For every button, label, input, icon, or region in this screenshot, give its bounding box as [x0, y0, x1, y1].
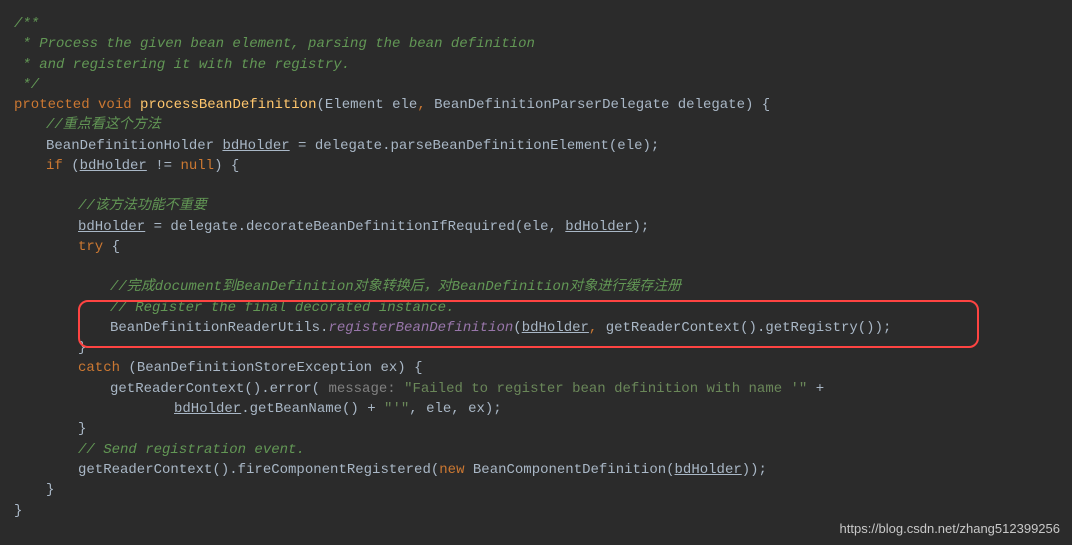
code-line: BeanDefinitionHolder bdHolder = delegate…: [14, 136, 1072, 156]
comment-line: * Process the given bean element, parsin…: [14, 34, 1072, 54]
blank-line: [14, 176, 1072, 196]
watermark: https://blog.csdn.net/zhang512399256: [840, 520, 1060, 539]
code-line: //完成document到BeanDefinition对象转换后，对BeanDe…: [14, 277, 1072, 297]
code-line: //该方法功能不重要: [14, 196, 1072, 216]
code-line: getReaderContext().error( message: "Fail…: [14, 379, 1072, 399]
code-block: /** * Process the given bean element, pa…: [14, 14, 1072, 521]
code-line: try {: [14, 237, 1072, 257]
comment-line: */: [14, 75, 1072, 95]
comment-line: /**: [14, 14, 1072, 34]
code-line: //重点看这个方法: [14, 115, 1072, 135]
blank-line: [14, 257, 1072, 277]
code-line: bdHolder = delegate.decorateBeanDefiniti…: [14, 217, 1072, 237]
code-line: if (bdHolder != null) {: [14, 156, 1072, 176]
comment-line: * and registering it with the registry.: [14, 55, 1072, 75]
code-line: getReaderContext().fireComponentRegister…: [14, 460, 1072, 480]
code-line: }: [14, 419, 1072, 439]
code-line: // Send registration event.: [14, 440, 1072, 460]
code-line: }: [14, 338, 1072, 358]
code-line: catch (BeanDefinitionStoreException ex) …: [14, 358, 1072, 378]
method-signature: protected void processBeanDefinition(Ele…: [14, 95, 1072, 115]
highlighted-code-line: BeanDefinitionReaderUtils.registerBeanDe…: [14, 318, 1072, 338]
code-line: bdHolder.getBeanName() + "'", ele, ex);: [14, 399, 1072, 419]
code-line: // Register the final decorated instance…: [14, 298, 1072, 318]
code-line: }: [14, 501, 1072, 521]
code-line: }: [14, 480, 1072, 500]
